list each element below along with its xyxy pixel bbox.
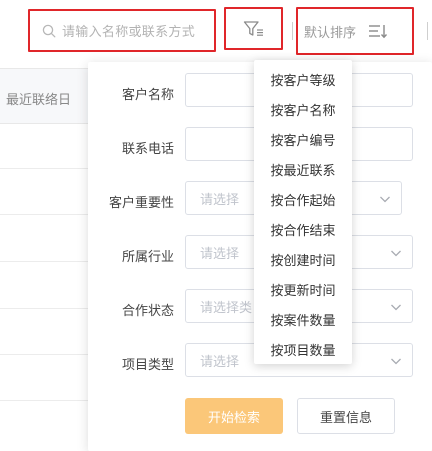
sort-item-cooperation-start[interactable]: 按合作起始 bbox=[254, 184, 352, 214]
reset-button[interactable]: 重置信息 bbox=[297, 398, 395, 434]
sort-item-last-contact[interactable]: 按最近联系 bbox=[254, 154, 352, 184]
field-label-phone: 联系电话 bbox=[121, 142, 174, 157]
field-label-importance: 客户重要性 bbox=[108, 196, 174, 211]
chevron-down-icon bbox=[391, 250, 401, 257]
search-input[interactable]: 请输入名称或联系方式 bbox=[28, 9, 216, 52]
sort-item-case-count[interactable]: 按案件数量 bbox=[254, 304, 352, 334]
sort-item-project-count[interactable]: 按项目数量 bbox=[254, 334, 352, 364]
industry-placeholder: 请选择 bbox=[200, 246, 240, 262]
toolbar: 请输入名称或联系方式 默认排序 bbox=[0, 0, 432, 68]
filter-button[interactable] bbox=[224, 7, 283, 50]
importance-placeholder: 请选择 bbox=[200, 192, 240, 208]
sort-menu: 按客户等级 按客户名称 按客户编号 按最近联系 按合作起始 按合作结束 按创建时… bbox=[254, 60, 352, 364]
field-label-cooperation-status: 合作状态 bbox=[121, 304, 174, 319]
filter-icon bbox=[243, 20, 263, 36]
sort-button[interactable]: 默认排序 bbox=[296, 7, 414, 55]
sort-item-customer-level[interactable]: 按客户等级 bbox=[254, 64, 352, 94]
field-label-project-type: 项目类型 bbox=[121, 358, 174, 373]
sort-item-created-time[interactable]: 按创建时间 bbox=[254, 244, 352, 274]
sort-item-cooperation-end[interactable]: 按合作结束 bbox=[254, 214, 352, 244]
toolbar-divider bbox=[292, 22, 293, 40]
start-search-button[interactable]: 开始检索 bbox=[185, 398, 283, 434]
chevron-down-icon bbox=[380, 196, 390, 203]
sort-label: 默认排序 bbox=[304, 25, 357, 41]
field-label-customer-name: 客户名称 bbox=[121, 88, 174, 103]
sort-item-customer-name[interactable]: 按客户名称 bbox=[254, 94, 352, 124]
project-type-placeholder: 请选择 bbox=[200, 354, 240, 370]
sort-icon bbox=[369, 25, 388, 39]
column-header-last-contact: 最近联络日 bbox=[6, 93, 72, 108]
field-label-industry: 所属行业 bbox=[121, 250, 174, 265]
sort-item-updated-time[interactable]: 按更新时间 bbox=[254, 274, 352, 304]
chevron-down-icon bbox=[391, 304, 401, 311]
toolbar-divider bbox=[427, 22, 428, 40]
cooperation-status-placeholder: 请选择类 bbox=[200, 300, 253, 316]
chevron-down-icon bbox=[391, 358, 401, 365]
search-icon bbox=[42, 24, 56, 37]
sort-item-customer-number[interactable]: 按客户编号 bbox=[254, 124, 352, 154]
search-placeholder: 请输入名称或联系方式 bbox=[62, 25, 196, 40]
